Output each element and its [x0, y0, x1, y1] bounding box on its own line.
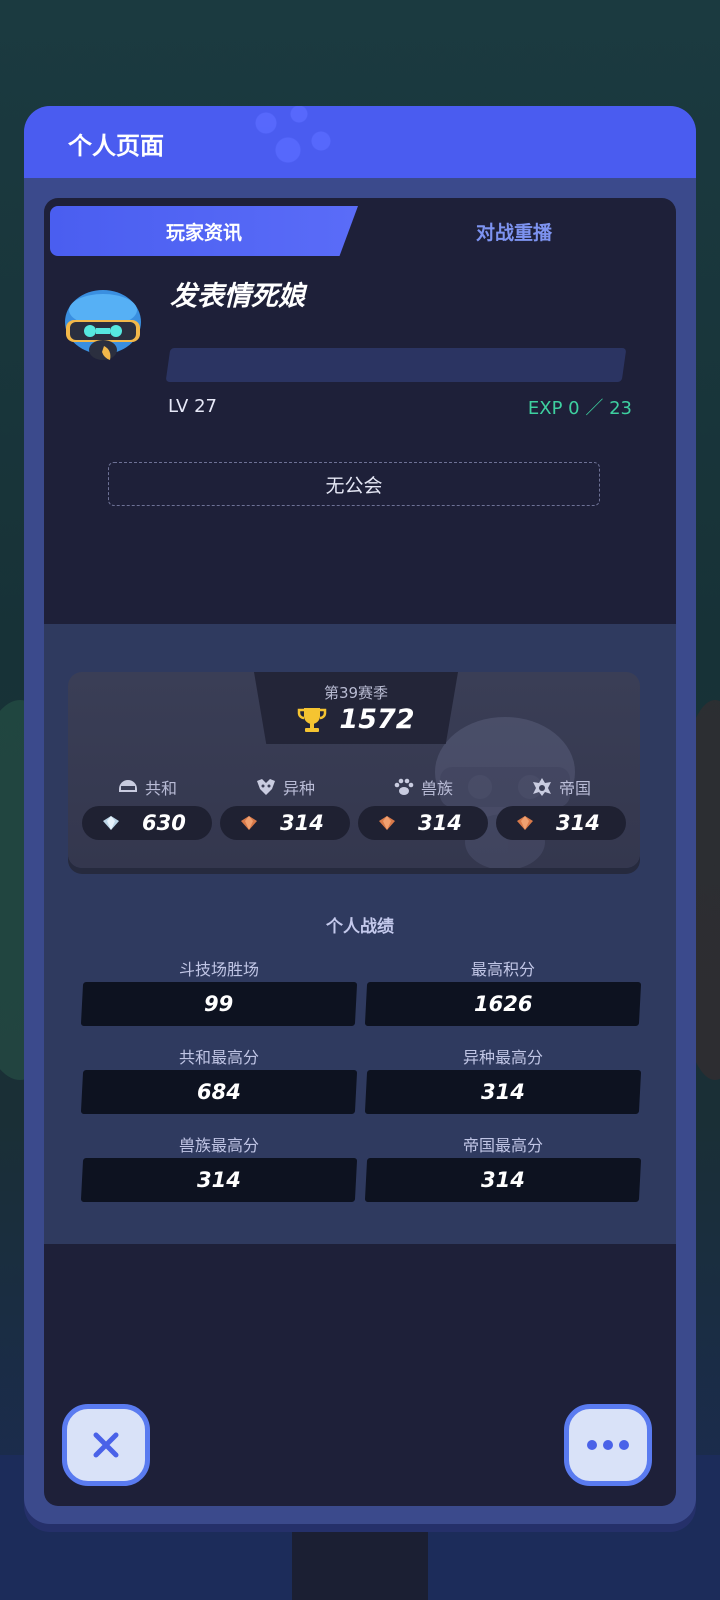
faction-name: 帝国 [558, 779, 591, 798]
stat-value: 1626 [473, 992, 533, 1016]
bronze-gem-icon [241, 816, 257, 830]
stat-value-box: 314 [364, 1070, 642, 1114]
season-score-value: 1572 [339, 704, 415, 735]
faction-name: 异种 [282, 779, 315, 798]
modal-title: 个人页面 [68, 132, 164, 160]
faction-name: 兽族 [420, 779, 453, 798]
stat-label: 帝国最高分 [462, 1136, 543, 1155]
helmet-icon [118, 780, 137, 792]
tab-battle-replay[interactable]: 对战重播 [364, 206, 664, 256]
faction-rating: 630 [142, 811, 186, 835]
player-exp: EXP 0 ／ 23 [527, 398, 632, 419]
stat-label: 异种最高分 [462, 1048, 543, 1067]
stat-label: 斗技场胜场 [178, 960, 259, 979]
player-name: 发表情死娘 [170, 281, 305, 312]
paw-icon [394, 778, 414, 795]
stat-label: 最高积分 [470, 960, 535, 979]
stat-label: 兽族最高分 [178, 1136, 259, 1155]
faction-xenos: 异种 314 [220, 772, 350, 840]
modal-content: 玩家资讯 对战重播 发表情死娘 LV 27 EXP 0 ／ 23 无公会 第39… [44, 198, 676, 1506]
trophy-icon [298, 707, 327, 732]
faction-rating: 314 [556, 811, 600, 835]
season-card: 第39赛季 1572 共和 630 异种 314 兽族 314 帝国 314 [68, 672, 640, 868]
season-label: 第39赛季 [323, 684, 389, 702]
stat-value: 314 [197, 1168, 241, 1192]
profile-modal: 个人页面 玩家资讯 对战重播 发表情死娘 LV 27 EXP 0 ／ 23 无公… [24, 106, 696, 1524]
tab-player-info[interactable]: 玩家资讯 [50, 206, 358, 256]
empire-icon [532, 778, 551, 796]
bronze-gem-icon [517, 816, 533, 830]
guild-box[interactable]: 无公会 [108, 462, 600, 506]
stat-label: 共和最高分 [178, 1048, 259, 1067]
stat-value: 314 [481, 1080, 525, 1104]
exp-progress-bar [165, 348, 627, 382]
stat-value: 314 [481, 1168, 525, 1192]
faction-beast: 兽族 314 [358, 772, 488, 840]
faction-empire: 帝国 314 [496, 772, 626, 840]
more-button[interactable] [564, 1404, 652, 1486]
faction-rating: 314 [418, 811, 462, 835]
stat-value-box: 314 [80, 1158, 358, 1202]
player-level: LV 27 [168, 396, 217, 417]
stat-value-box: 684 [80, 1070, 358, 1114]
close-button[interactable] [62, 1404, 150, 1486]
stats-title: 个人战绩 [326, 917, 394, 937]
stat-value-box: 314 [364, 1158, 642, 1202]
diamond-gem-icon [103, 816, 119, 830]
season-score: 1572 [254, 704, 458, 735]
faction-rating: 314 [280, 811, 324, 835]
bronze-gem-icon [379, 816, 395, 830]
stat-value: 684 [197, 1080, 241, 1104]
modal-header: 个人页面 [24, 106, 696, 178]
faction-republic: 共和 630 [82, 772, 212, 840]
header-decoration [244, 106, 354, 178]
stat-value-box: 99 [80, 982, 358, 1026]
season-stats-panel: 第39赛季 1572 共和 630 异种 314 兽族 314 帝国 314 个… [44, 624, 676, 1244]
alien-icon [256, 779, 275, 795]
stat-value-box: 1626 [364, 982, 642, 1026]
faction-name: 共和 [144, 779, 177, 798]
stat-value: 99 [204, 992, 234, 1016]
more-icon [587, 1440, 629, 1450]
close-icon [93, 1432, 119, 1458]
avatar[interactable] [60, 288, 146, 368]
